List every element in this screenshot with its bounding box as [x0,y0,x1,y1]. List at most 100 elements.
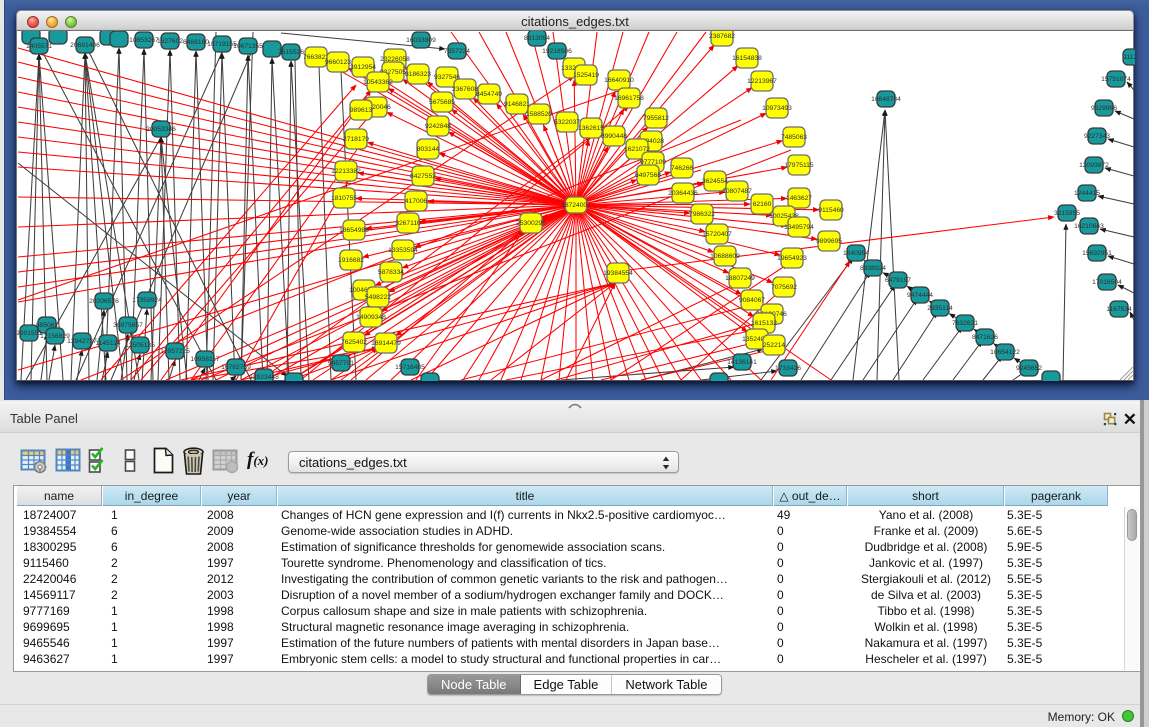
svg-text:5675685: 5675685 [429,99,455,106]
svg-text:19654923: 19654923 [777,255,807,262]
svg-text:252214: 252214 [763,342,786,349]
svg-text:8454749: 8454749 [476,91,502,98]
svg-text:14136141: 14136141 [727,359,757,366]
svg-text:12213967: 12213967 [747,78,777,85]
svg-text:7075692: 7075692 [771,284,797,291]
svg-text:1244415: 1244415 [1074,190,1100,197]
svg-text:14909348: 14909348 [356,314,386,321]
svg-text:9084067: 9084067 [739,297,765,304]
svg-text:11125: 11125 [1123,54,1135,61]
svg-text:1463627: 1463627 [786,195,812,202]
svg-text:7632621: 7632621 [952,320,978,327]
svg-text:9245652: 9245652 [1016,365,1042,372]
svg-text:15751074: 15751074 [1101,76,1131,83]
svg-text:16648784: 16648784 [871,96,901,103]
svg-text:8990448: 8990448 [601,133,627,140]
svg-text:10671355: 10671355 [233,43,263,50]
svg-text:2935114: 2935114 [927,305,953,312]
svg-text:2387682: 2387682 [709,33,735,40]
svg-text:16210643: 16210643 [1074,223,1104,230]
svg-text:7515526: 7515526 [278,49,304,56]
svg-text:7485063: 7485063 [781,134,807,141]
svg-text:6466160: 6466160 [183,39,209,46]
svg-text:8186323: 8186323 [405,71,431,78]
svg-text:12093872: 12093872 [1079,162,1109,169]
svg-text:9474444: 9474444 [907,292,933,299]
svg-text:1916682: 1916682 [338,257,364,264]
svg-text:6479197: 6479197 [885,277,911,284]
svg-text:1615132: 1615132 [751,320,777,327]
svg-text:9391551: 9391551 [17,330,42,337]
svg-text:12505135: 12505135 [125,342,155,349]
svg-text:2718179: 2718179 [343,136,369,143]
svg-text:20053346: 20053346 [146,126,176,133]
svg-text:18807249: 18807249 [725,275,755,282]
svg-text:20364436: 20364436 [668,190,698,197]
svg-text:1588520: 1588520 [526,111,552,118]
svg-text:5322037: 5322037 [554,119,580,126]
svg-text:62160: 62160 [753,201,772,208]
svg-text:10688609: 10688609 [710,253,740,260]
svg-text:7625402: 7625402 [341,339,367,346]
svg-text:7986322: 7986322 [689,211,715,218]
svg-text:8938924: 8938924 [860,265,886,272]
svg-text:8427552: 8427552 [410,173,436,180]
svg-text:15720407: 15720407 [702,231,732,238]
svg-text:25300295: 25300295 [516,220,546,227]
svg-text:9899695: 9899695 [816,238,842,245]
svg-text:3267110: 3267110 [395,220,421,227]
svg-text:18654985: 18654985 [339,227,369,234]
svg-text:13353594: 13353594 [388,247,418,254]
svg-text:20206576: 20206576 [89,298,119,305]
svg-text:30975857: 30975857 [113,322,143,329]
svg-text:9227343: 9227343 [1084,133,1110,140]
svg-text:3215955: 3215955 [1054,210,1080,217]
svg-text:10543362: 10543362 [363,79,393,86]
svg-text:16914479: 16914479 [371,340,401,347]
svg-text:9242848: 9242848 [425,123,451,130]
svg-text:1733426: 1733426 [775,365,801,372]
svg-text:17975115: 17975115 [784,162,814,169]
svg-text:15692951: 15692951 [1082,250,1112,257]
svg-text:3912954: 3912954 [350,64,376,71]
svg-text:10853267: 10853267 [129,37,159,44]
svg-text:12156829: 12156829 [40,333,70,340]
svg-text:18724007: 18724007 [561,202,591,209]
svg-text:10807487: 10807487 [722,188,752,195]
svg-text:10973493: 10973493 [762,105,792,112]
svg-text:1525419: 1525419 [573,72,599,79]
svg-text:16033809: 16033809 [406,37,436,44]
svg-text:6497568: 6497568 [635,172,661,179]
svg-text:5498222: 5498222 [365,294,391,301]
svg-text:3624554: 3624554 [702,178,728,185]
svg-text:803144: 803144 [417,146,440,153]
svg-text:1405571: 1405571 [26,43,52,50]
svg-text:9457791: 9457791 [328,360,354,367]
svg-text:16782759: 16782759 [221,364,251,371]
svg-text:19384554: 19384554 [603,270,633,277]
svg-text:9329966: 9329966 [1091,105,1117,112]
svg-text:2367608: 2367608 [452,86,478,93]
svg-text:17359924: 17359924 [132,297,162,304]
svg-text:9115460: 9115460 [818,207,844,214]
svg-text:746266: 746266 [671,165,694,172]
svg-text:1527602: 1527602 [157,38,183,45]
svg-text:8471626: 8471626 [972,334,998,341]
svg-text:12213382: 12213382 [331,168,361,175]
svg-text:1640954: 1640954 [843,250,869,257]
svg-text:417006: 417006 [405,198,428,205]
svg-text:16640910: 16640910 [604,77,634,84]
svg-text:9146821: 9146821 [504,101,530,108]
svg-text:1167534: 1167534 [1106,306,1132,313]
svg-text:17016504: 17016504 [1092,279,1122,286]
svg-text:15716485: 15716485 [395,364,425,371]
svg-text:9660123: 9660123 [325,59,351,66]
svg-text:19218506: 19218506 [542,48,572,55]
svg-text:12923448: 12923448 [249,374,279,381]
svg-text:17957225: 17957225 [160,348,190,355]
svg-text:989613: 989613 [350,107,373,114]
svg-text:16961758: 16961758 [614,95,644,102]
svg-text:12942737: 12942737 [67,338,97,345]
svg-text:10654122: 10654122 [990,349,1020,356]
svg-text:1145114: 1145114 [95,340,120,347]
